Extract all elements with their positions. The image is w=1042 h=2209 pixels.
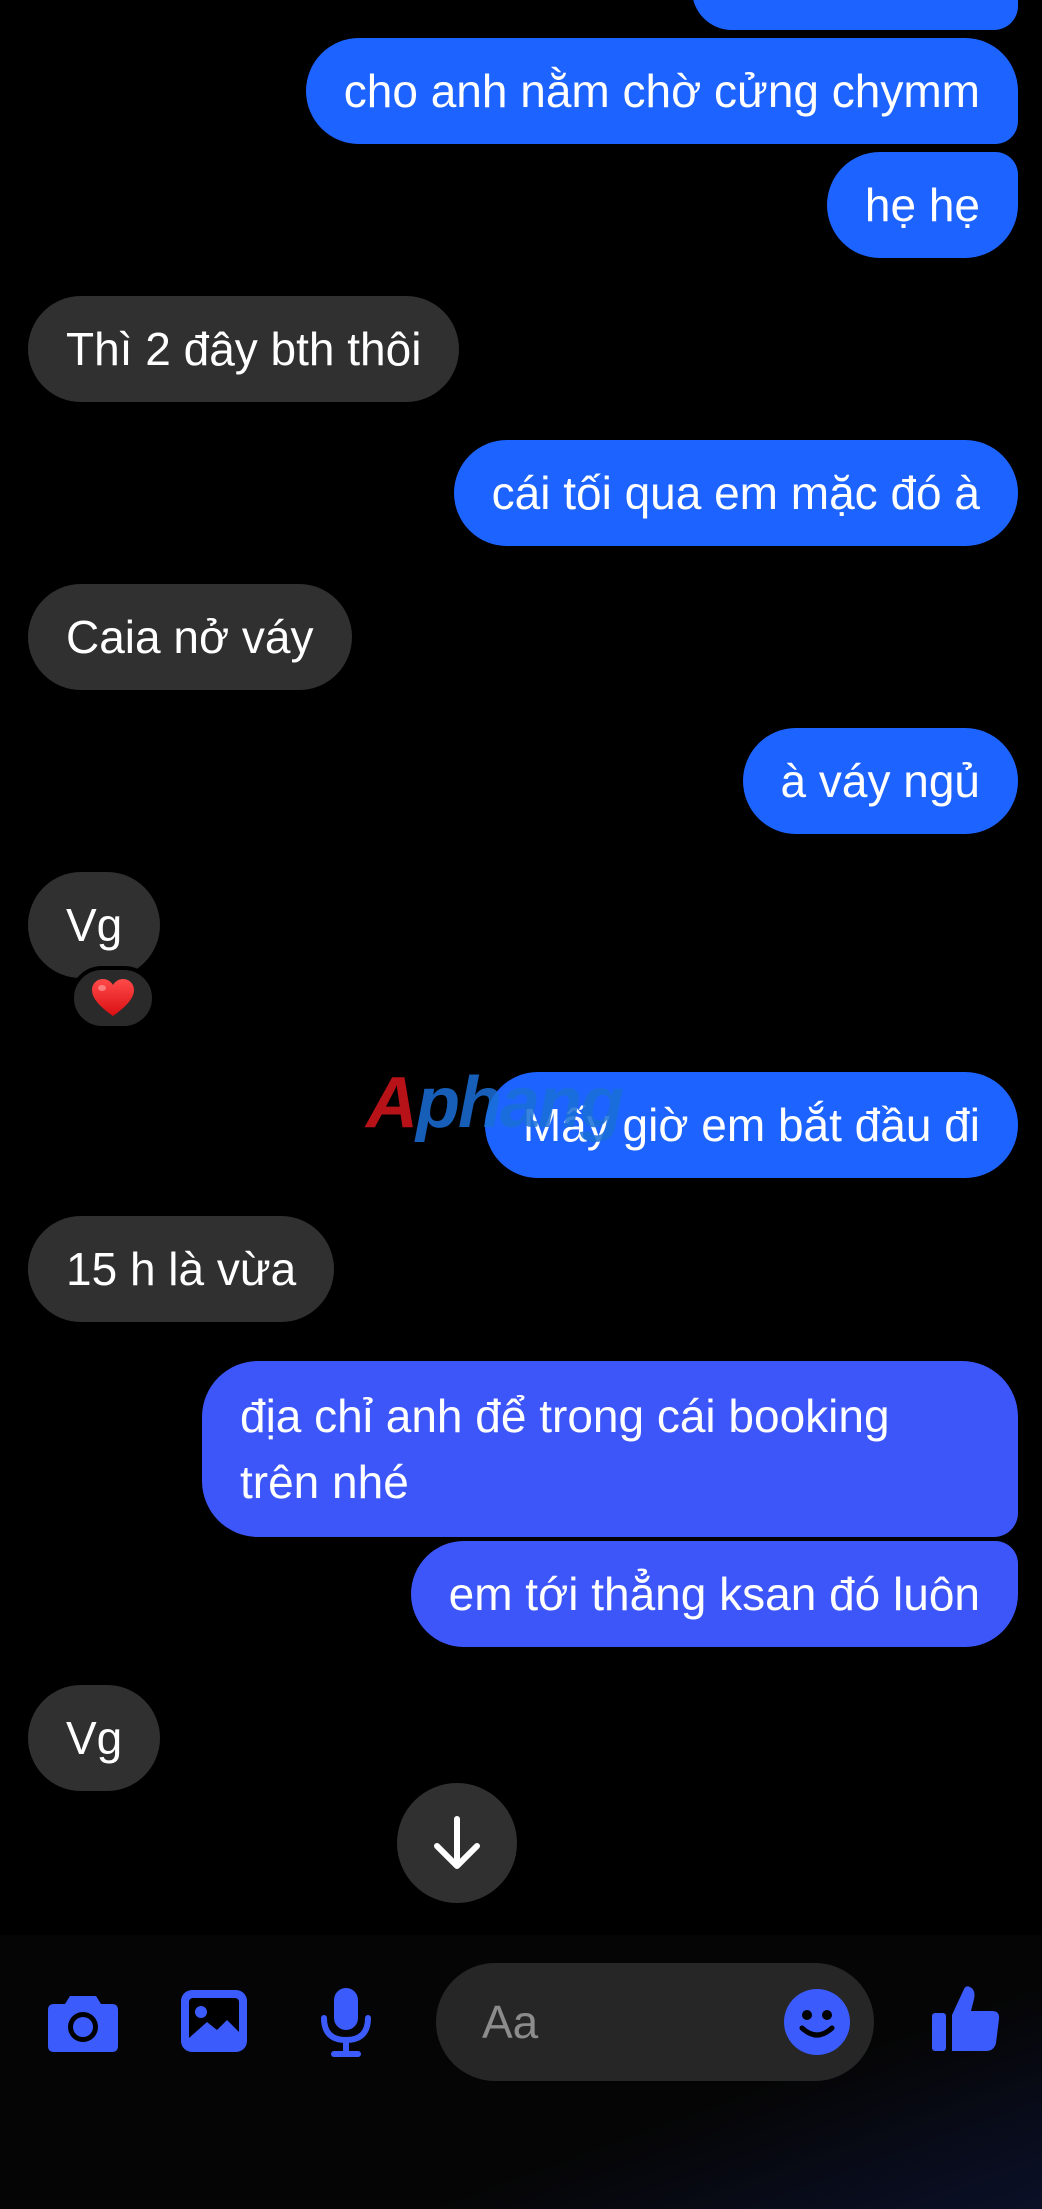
message-text: Caia nở váy (66, 611, 314, 663)
message-text: Vg (66, 1712, 123, 1764)
message-text: à váy ngủ (780, 755, 980, 807)
message-outgoing[interactable]: em tới thẳng ksan đó luôn (410, 1541, 1018, 1647)
message-text: Vg (66, 899, 123, 951)
message-outgoing[interactable]: địa chỉ anh để trong cái booking trên nh… (202, 1361, 1018, 1537)
message-input[interactable]: Aa (436, 1963, 874, 2081)
like-button[interactable] (924, 1977, 1008, 2061)
message-incoming[interactable]: Vg (28, 872, 161, 978)
message-input-placeholder: Aa (482, 1996, 539, 2048)
message-outgoing[interactable]: cho anh nằm chờ cửng chymm (305, 38, 1018, 144)
messenger-conversation: cho anh nằm chờ cửng chymm hẹ hẹ Thì 2 đ… (0, 0, 1042, 2209)
message-text: em tới thẳng ksan đó luôn (448, 1568, 980, 1620)
gallery-button[interactable] (174, 1981, 254, 2061)
message-text: cho anh nằm chờ cửng chymm (343, 65, 980, 117)
emoji-button[interactable] (782, 1987, 852, 2057)
thumbs-up-icon (932, 1986, 1000, 2051)
emoji-icon (784, 1989, 850, 2055)
camera-icon (48, 1996, 118, 2052)
message-text: địa chỉ anh để trong cái booking trên nh… (240, 1390, 890, 1508)
arrow-down-icon (434, 1816, 480, 1869)
message-text: Thì 2 đây bth thôi (66, 323, 422, 375)
message-incoming[interactable]: Caia nở váy (28, 584, 352, 690)
message-text: hẹ hẹ (864, 179, 980, 231)
heart-icon (92, 979, 134, 1016)
message-thread[interactable]: cho anh nằm chờ cửng chymm hẹ hẹ Thì 2 đ… (0, 0, 1042, 1935)
message-text: 15 h là vừa (66, 1243, 297, 1295)
microphone-icon (321, 1988, 371, 2057)
message-outgoing[interactable]: hẹ hẹ (826, 152, 1018, 258)
message-incoming[interactable]: Vg (28, 1685, 161, 1791)
gallery-icon (181, 1990, 247, 2052)
scroll-to-bottom-button[interactable] (397, 1783, 517, 1903)
message-text: cái tối qua em mặc đó à (491, 467, 980, 519)
message-outgoing[interactable]: à váy ngủ (742, 728, 1018, 834)
message-incoming[interactable]: 15 h là vừa (28, 1216, 335, 1322)
previous-message-partial (692, 0, 1018, 30)
microphone-button[interactable] (306, 1979, 386, 2065)
camera-button[interactable] (40, 1985, 126, 2061)
reaction-badge[interactable] (70, 966, 156, 1030)
watermark-logo: Aphang (366, 1063, 624, 1143)
message-incoming[interactable]: Thì 2 đây bth thôi (28, 296, 460, 402)
composer-bar: Aa (0, 1935, 1042, 2209)
message-outgoing[interactable]: cái tối qua em mặc đó à (453, 440, 1018, 546)
